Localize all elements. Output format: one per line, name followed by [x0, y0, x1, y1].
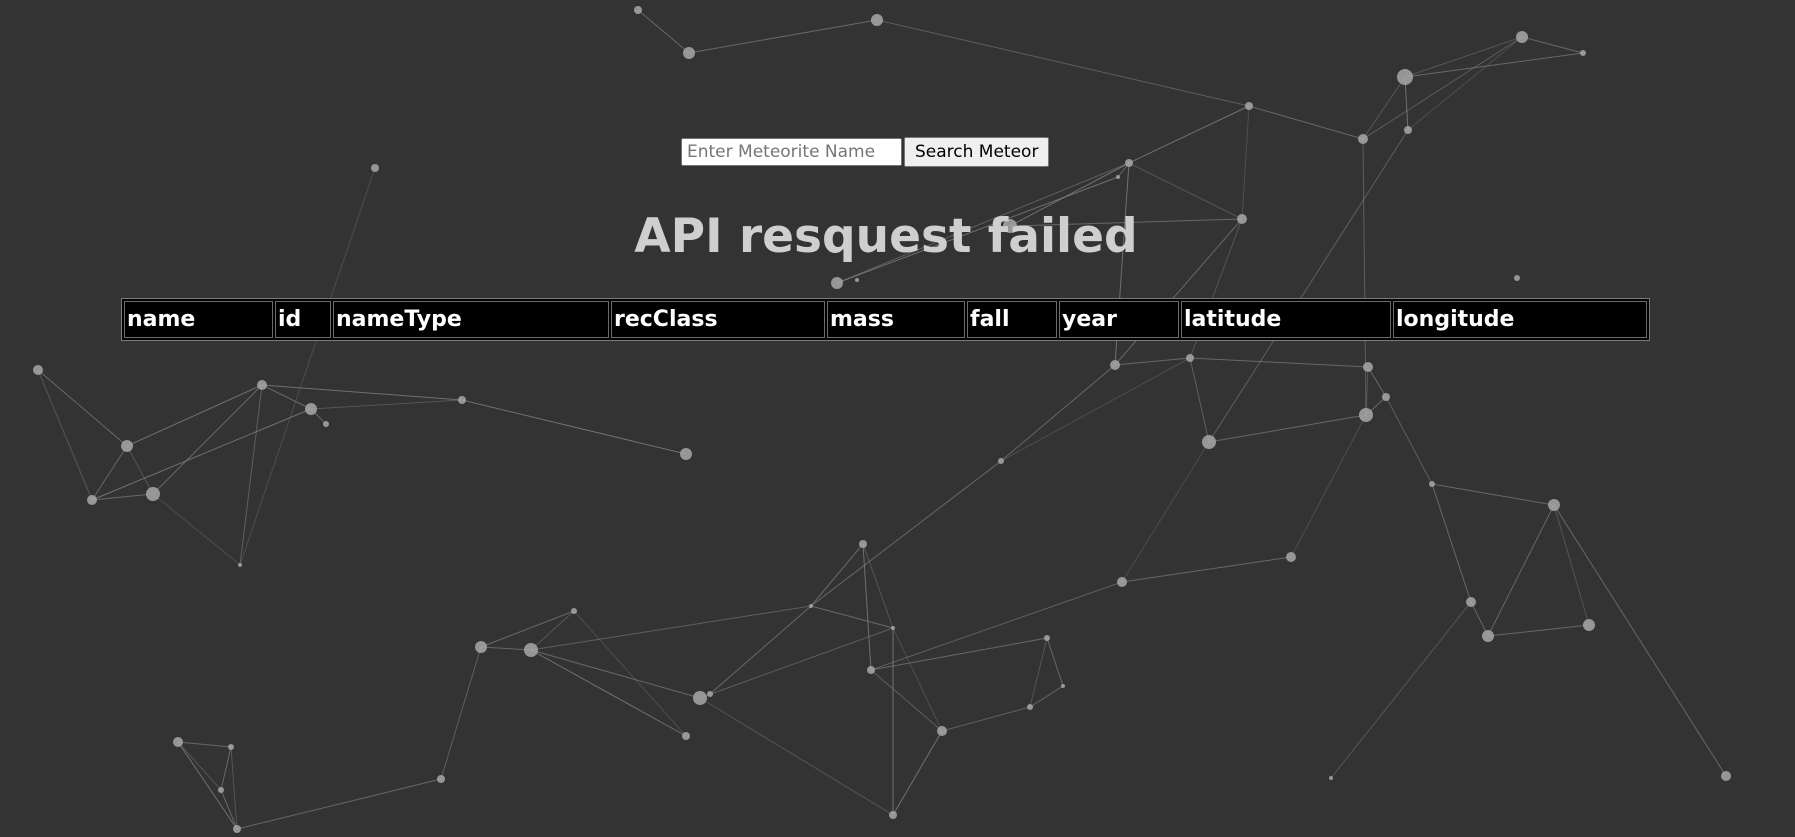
particle-network-background [33, 6, 1731, 833]
meteorite-name-input[interactable] [681, 138, 902, 166]
column-header-name: name [124, 301, 273, 338]
column-header-nametype: nameType [333, 301, 609, 338]
api-error-message: API resquest failed [634, 209, 1138, 264]
column-header-fall: fall [967, 301, 1057, 338]
column-header-year: year [1059, 301, 1179, 338]
table-header-row: name id nameType recClass mass fall year… [124, 301, 1647, 338]
search-meteor-button[interactable]: Search Meteor [904, 137, 1050, 167]
column-header-latitude: latitude [1181, 301, 1391, 338]
column-header-id: id [275, 301, 331, 338]
column-header-longitude: longitude [1393, 301, 1647, 338]
meteorite-results-table: name id nameType recClass mass fall year… [121, 298, 1650, 341]
column-header-mass: mass [827, 301, 965, 338]
search-bar: Search Meteor [681, 137, 1050, 167]
column-header-recclass: recClass [611, 301, 825, 338]
